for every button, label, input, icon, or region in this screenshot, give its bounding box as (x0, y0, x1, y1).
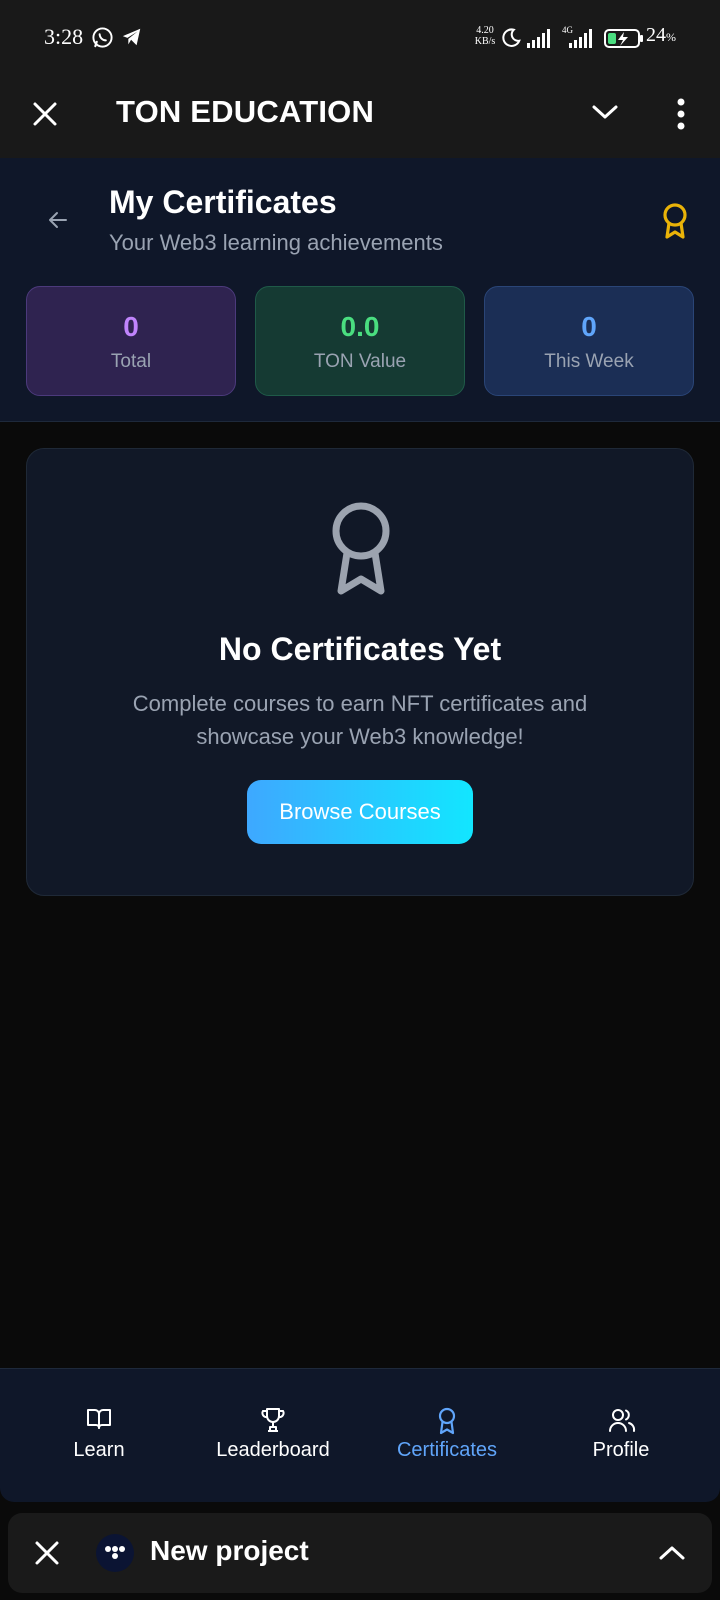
nav-label: Profile (592, 1439, 650, 1461)
battery-percent: 24% (646, 24, 676, 46)
chevron-up-icon[interactable] (658, 1543, 686, 1563)
award-icon (332, 502, 390, 595)
mini-app-bar[interactable]: New project (8, 1513, 712, 1593)
browse-courses-button[interactable]: Browse Courses (247, 780, 473, 844)
app-header: TON EDUCATION (0, 76, 720, 158)
telegram-icon (122, 28, 141, 46)
award-icon (663, 203, 687, 239)
app-logo-icon (96, 1534, 134, 1572)
signal-icon (527, 29, 550, 48)
whatsapp-icon (92, 27, 113, 48)
stat-card-ton-value: 0.0 TON Value (255, 286, 465, 396)
nav-item-profile[interactable]: Profile (531, 1369, 711, 1503)
empty-state-text: Complete courses to earn NFT certificate… (132, 691, 588, 749)
chevron-down-icon[interactable] (591, 102, 619, 122)
mini-app-title: New project (150, 1535, 309, 1566)
stat-card-total: 0 Total (26, 286, 236, 396)
back-arrow-icon[interactable] (46, 208, 70, 232)
network-speed: 4.20 KB/s (474, 25, 496, 47)
nav-label: Certificates (396, 1439, 498, 1461)
nav-item-leaderboard[interactable]: Leaderboard (183, 1369, 363, 1503)
more-vert-icon[interactable] (675, 98, 687, 130)
status-time: 3:28 (44, 24, 84, 49)
page-subtitle: Your Web3 learning achievements (109, 230, 443, 255)
close-icon[interactable] (32, 101, 58, 127)
stat-label: Total (110, 351, 152, 372)
users-icon (609, 1409, 636, 1432)
nav-label: Learn (73, 1439, 125, 1461)
empty-state-card: No Certificates Yet Complete courses to … (26, 448, 694, 896)
empty-state-title: No Certificates Yet (218, 631, 502, 667)
stat-value: 0.0 (340, 311, 380, 342)
battery-charging-icon (604, 29, 643, 48)
award-icon (438, 1407, 456, 1435)
page-title: My Certificates (109, 184, 337, 220)
trophy-icon (261, 1408, 285, 1432)
moon-icon (502, 28, 521, 47)
close-icon[interactable] (34, 1540, 60, 1566)
stat-value: 0 (581, 311, 597, 342)
nav-item-certificates[interactable]: Certificates (357, 1369, 537, 1503)
stat-value: 0 (123, 311, 139, 342)
stat-label: This Week (544, 351, 634, 372)
page-header: My Certificates Your Web3 learning achie… (0, 158, 720, 422)
nav-label: Leaderboard (216, 1439, 330, 1461)
book-icon (87, 1409, 111, 1429)
stat-label: TON Value (313, 351, 407, 372)
signal-4g-icon (569, 29, 592, 48)
app-title: TON EDUCATION (116, 94, 375, 129)
nav-item-learn[interactable]: Learn (9, 1369, 189, 1503)
bottom-nav: Learn Leaderboard Certificates Profile (0, 1368, 720, 1502)
status-bar: 3:28 4.20 KB/s 4G 24% (0, 0, 720, 76)
stat-card-this-week: 0 This Week (484, 286, 694, 396)
